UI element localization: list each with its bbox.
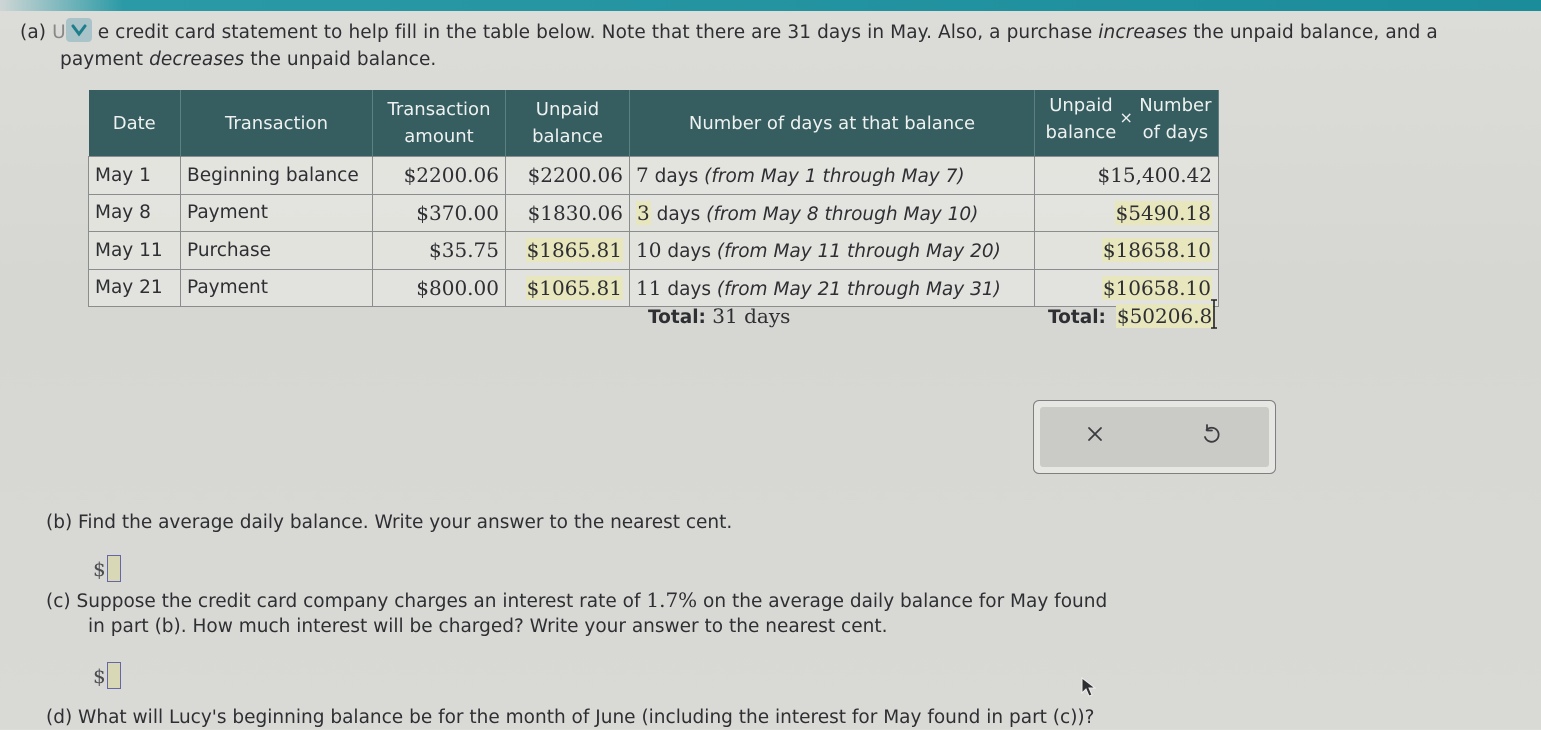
cell-amount: $35.75 — [372, 231, 506, 270]
balance-input[interactable]: $1865.81 — [525, 238, 623, 263]
total-days: Total: 31 days — [648, 304, 790, 328]
days-word: days — [661, 278, 717, 300]
header-product-a-line1: Unpaid — [1049, 95, 1113, 116]
header-date: Date — [88, 90, 181, 157]
cell-balance: $2200.06 — [505, 156, 630, 195]
partial-word: U — [52, 22, 66, 43]
x-icon[interactable] — [1082, 421, 1108, 447]
cell-amount: $2200.06 — [372, 156, 506, 195]
part-a-instructions: (a) Ue credit card statement to help fil… — [20, 18, 1530, 73]
table-row: May 8 Payment $370.00 $1830.06 3 days (f… — [88, 193, 1219, 232]
interest-input[interactable] — [106, 662, 121, 689]
header-product-b-line1: Number — [1139, 95, 1212, 116]
cell-date: May 21 — [88, 268, 181, 307]
product-input[interactable]: $10658.10 — [1101, 275, 1212, 300]
undo-icon[interactable] — [1198, 421, 1224, 447]
days-word: days — [650, 203, 707, 225]
cell-balance[interactable]: $1065.81 — [505, 268, 630, 307]
cell-balance: $1830.06 — [505, 193, 630, 232]
part-a-line2-prefix: payment — [60, 49, 150, 70]
total-product-input[interactable]: $50206.8 — [1115, 304, 1214, 328]
currency-symbol: $ — [93, 664, 106, 688]
cell-date: May 8 — [88, 193, 181, 232]
cell-amount: $800.00 — [372, 268, 506, 307]
part-a-text-mid: the unpaid balance, and a — [1187, 22, 1438, 43]
header-transaction-amount: Transaction amount — [372, 90, 506, 157]
cell-days[interactable]: 11 days (from May 21 through May 31) — [629, 268, 1035, 307]
table-row: May 11 Purchase $35.75 $1865.81 10 days … — [88, 231, 1219, 270]
table-row: May 1 Beginning balance $2200.06 $2200.0… — [88, 156, 1219, 195]
header-transaction: Transaction — [180, 90, 373, 157]
currency-symbol: $ — [93, 557, 106, 581]
cell-amount: $370.00 — [372, 193, 506, 232]
balance-input[interactable]: $1065.81 — [525, 275, 623, 300]
times-icon: × — [1119, 108, 1133, 127]
cell-product[interactable]: $18658.10 — [1034, 231, 1219, 270]
days-range: (from May 11 through May 20) — [716, 241, 1001, 263]
part-d-question: (d) What will Lucy's beginning balance b… — [46, 707, 1095, 728]
part-c-answer: $ — [93, 662, 121, 689]
statement-table: Date Transaction Transaction amount Unpa… — [88, 90, 1219, 307]
days-word: days — [648, 166, 705, 188]
header-days: Number of days at that balance — [629, 90, 1035, 157]
cell-product: $15,400.42 — [1034, 156, 1219, 195]
header-product: Unpaid balance × Number of days — [1034, 90, 1219, 157]
table-header-row: Date Transaction Transaction amount Unpa… — [88, 90, 1219, 157]
action-toolbar — [1033, 400, 1276, 474]
chevron-down-icon — [71, 24, 87, 37]
cell-days[interactable]: 3 days (from May 8 through May 10) — [629, 193, 1035, 232]
part-c-line1-post: on the average daily balance for May fou… — [697, 591, 1108, 612]
days-count-input[interactable]: 10 — [636, 238, 661, 262]
days-range: (from May 1 through May 7) — [704, 166, 965, 188]
answer-dropdown[interactable] — [65, 18, 92, 42]
part-c-line2: in part (b). How much interest will be c… — [88, 616, 888, 637]
emph-decreases: decreases — [149, 49, 245, 70]
top-accent-bar — [0, 0, 1541, 11]
cell-days[interactable]: 10 days (from May 11 through May 20) — [629, 231, 1035, 270]
interest-rate: 1.7% — [646, 588, 698, 612]
total-product: Total: $50206.8 — [1048, 304, 1214, 328]
days-count: 7 — [636, 163, 649, 188]
cell-date: May 11 — [88, 231, 181, 270]
cell-date: May 1 — [88, 156, 181, 195]
total-product-label: Total: — [1048, 307, 1106, 328]
days-word: days — [661, 241, 717, 263]
product-input[interactable]: $18658.10 — [1101, 238, 1212, 263]
total-days-value: 31 days — [705, 304, 791, 328]
part-c-line1: (c) Suppose the credit card company char… — [46, 591, 647, 612]
part-b-question: (b) Find the average daily balance. Writ… — [46, 512, 733, 533]
part-b-answer: $ — [93, 555, 121, 582]
total-days-label: Total: — [648, 307, 706, 328]
days-count-input[interactable]: 11 — [636, 276, 661, 300]
header-amount-line2: amount — [404, 126, 474, 147]
cell-product[interactable]: $10658.10 — [1034, 268, 1219, 307]
cell-days: 7 days (from May 1 through May 7) — [629, 156, 1035, 195]
cell-transaction: Beginning balance — [180, 156, 373, 195]
days-count-input[interactable]: 3 — [636, 200, 651, 225]
average-daily-balance-input[interactable] — [106, 555, 121, 582]
header-unpaid-balance: Unpaid balance — [505, 90, 630, 157]
cell-product[interactable]: $5490.18 — [1034, 193, 1219, 232]
header-product-a-line2: balance — [1045, 122, 1117, 143]
cell-transaction: Purchase — [180, 231, 373, 270]
part-a-label: (a) — [20, 22, 47, 43]
part-a-line2-rest: the unpaid balance. — [244, 49, 437, 70]
part-a-text: e credit card statement to help fill in … — [97, 22, 1099, 43]
cell-transaction: Payment — [180, 268, 373, 307]
cell-balance[interactable]: $1865.81 — [505, 231, 630, 270]
cell-transaction: Payment — [180, 193, 373, 232]
days-range: (from May 21 through May 31) — [716, 278, 1001, 300]
header-balance-line2: balance — [532, 126, 603, 147]
header-amount-line1: Transaction — [387, 99, 491, 120]
header-balance-line1: Unpaid — [535, 99, 600, 120]
days-range: (from May 8 through May 10) — [706, 203, 979, 225]
product-input[interactable]: $5490.18 — [1114, 200, 1212, 225]
mouse-pointer-icon — [1081, 676, 1097, 697]
action-toolbar-inner — [1040, 407, 1269, 467]
emph-increases: increases — [1098, 22, 1188, 43]
table-row: May 21 Payment $800.00 $1065.81 11 days … — [88, 268, 1219, 307]
part-c-question: (c) Suppose the credit card company char… — [46, 588, 1107, 639]
text-cursor-icon — [1211, 299, 1217, 329]
header-product-b-line2: of days — [1142, 122, 1209, 143]
